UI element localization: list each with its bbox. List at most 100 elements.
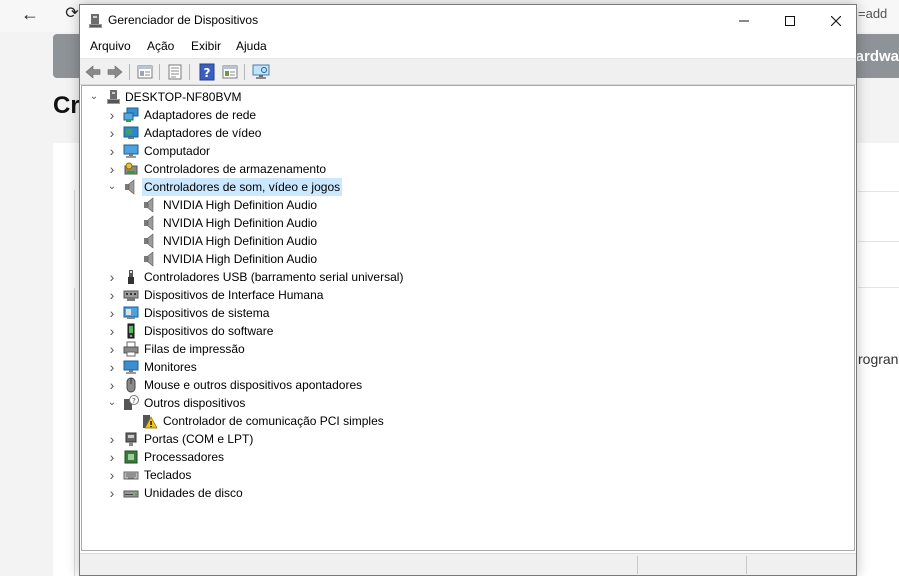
back-icon[interactable] xyxy=(84,63,102,81)
tree-category-label: Adaptadores de vídeo xyxy=(144,126,262,140)
tree-device-label: NVIDIA High Definition Audio xyxy=(163,216,318,230)
menu-ajuda[interactable]: Ajuda xyxy=(234,39,269,53)
page-divider xyxy=(858,287,899,288)
scan-hardware-icon[interactable] xyxy=(252,63,270,81)
tree-category[interactable]: ⌄? Outros dispositivos xyxy=(82,394,852,412)
expand-chevron-icon[interactable]: › xyxy=(106,268,118,286)
status-bar-divider xyxy=(637,556,638,574)
menu-acao[interactable]: Ação xyxy=(145,39,176,53)
tree-device-label: Controlador de comunicação PCI simples xyxy=(163,414,384,428)
close-button[interactable] xyxy=(813,5,859,36)
maximize-icon xyxy=(785,16,795,27)
tree-category-label: Dispositivos de Interface Humana xyxy=(144,288,324,302)
properties-icon[interactable] xyxy=(136,63,154,81)
tree-category[interactable]: ⌄ Controladores de som, vídeo e jogos xyxy=(82,178,852,196)
keyboard-icon xyxy=(123,471,139,480)
menu-exibir[interactable]: Exibir xyxy=(189,39,223,53)
expand-chevron-icon[interactable]: › xyxy=(106,160,118,178)
expand-chevron-icon[interactable]: › xyxy=(106,358,118,376)
expand-chevron-icon[interactable]: › xyxy=(106,448,118,466)
tree-category-label: Teclados xyxy=(144,468,192,482)
expand-chevron-icon[interactable]: › xyxy=(106,376,118,394)
tree-category-label: Filas de impressão xyxy=(144,342,245,356)
tree-category[interactable]: › Unidades de disco xyxy=(82,484,852,502)
expand-chevron-icon[interactable]: › xyxy=(106,286,118,304)
tree-category-label: Unidades de disco xyxy=(144,486,243,500)
forward-icon[interactable] xyxy=(106,63,124,81)
display-adapter-icon xyxy=(123,126,139,139)
expand-chevron-icon[interactable]: › xyxy=(106,340,118,358)
tree-root-label: DESKTOP-NF80BVM xyxy=(125,90,242,104)
expand-chevron-icon[interactable]: › xyxy=(106,322,118,340)
expand-chevron-icon[interactable]: › xyxy=(106,304,118,322)
expand-chevron-icon[interactable]: › xyxy=(106,124,118,142)
minimize-button[interactable] xyxy=(721,5,767,36)
tree-category[interactable]: › Dispositivos de Interface Humana xyxy=(82,286,852,304)
status-bar xyxy=(80,553,856,575)
menu-arquivo[interactable]: Arquivo xyxy=(88,39,133,53)
tree-root[interactable]: ⌄ DESKTOP-NF80BVM xyxy=(82,88,852,106)
svg-text:?: ? xyxy=(204,66,211,80)
status-bar-divider xyxy=(746,556,747,574)
tree-category[interactable]: › Mouse e outros dispositivos apontadores xyxy=(82,376,852,394)
device-tree[interactable]: ⌄ DESKTOP-NF80BVM › Adaptadores de rede › Ada… xyxy=(81,85,855,551)
processor-icon xyxy=(124,450,138,464)
tree-category[interactable]: › Adaptadores de vídeo xyxy=(82,124,852,142)
usb-icon xyxy=(128,270,134,284)
speaker-icon xyxy=(144,233,154,249)
page-banner-text: ardwa xyxy=(855,48,899,65)
tree-category[interactable]: › Portas (COM e LPT) xyxy=(82,430,852,448)
maximize-button[interactable] xyxy=(767,5,813,36)
collapse-chevron-icon[interactable]: ⌄ xyxy=(88,88,100,106)
tree-device[interactable]: NVIDIA High Definition Audio xyxy=(82,196,852,214)
port-icon xyxy=(125,432,137,446)
tree-category[interactable]: › Teclados xyxy=(82,466,852,484)
tree-category[interactable]: › Controladores de armazenamento xyxy=(82,160,852,178)
tree-device[interactable]: NVIDIA High Definition Audio xyxy=(82,250,852,268)
monitor-icon xyxy=(123,360,139,374)
update-driver-icon[interactable] xyxy=(166,63,184,81)
expand-chevron-icon[interactable]: › xyxy=(106,142,118,160)
tree-category-label: Adaptadores de rede xyxy=(144,108,257,122)
tree-category[interactable]: › Adaptadores de rede xyxy=(82,106,852,124)
browser-back-icon[interactable]: ← xyxy=(18,4,42,24)
software-device-icon xyxy=(127,323,135,339)
expand-chevron-icon[interactable]: › xyxy=(106,466,118,484)
minimize-icon xyxy=(739,20,749,22)
system-device-icon xyxy=(123,306,139,319)
tree-device[interactable]: NVIDIA High Definition Audio xyxy=(82,214,852,232)
title-bar[interactable]: Gerenciador de Dispositivos xyxy=(80,5,856,36)
speaker-icon xyxy=(144,215,154,231)
window-title: Gerenciador de Dispositivos xyxy=(108,13,259,27)
tree-device-label: NVIDIA High Definition Audio xyxy=(163,252,318,266)
tree-category[interactable]: › Filas de impressão xyxy=(82,340,852,358)
tree-device[interactable]: NVIDIA High Definition Audio xyxy=(82,232,852,250)
view-icon[interactable] xyxy=(221,63,239,81)
collapse-chevron-icon[interactable]: ⌄ xyxy=(106,178,118,196)
network-adapter-icon xyxy=(123,107,139,122)
close-icon xyxy=(830,15,842,27)
browser-url-fragment[interactable]: =add xyxy=(858,6,887,21)
device-manager-window: Gerenciador de Dispositivos Arquivo Ação… xyxy=(79,4,857,576)
tree-category[interactable]: › Processadores xyxy=(82,448,852,466)
page-side-text: rogran xyxy=(858,351,899,367)
speaker-icon xyxy=(144,251,154,267)
tree-category[interactable]: › Controladores USB (barramento serial un… xyxy=(82,268,852,286)
tree-category[interactable]: › Dispositivos do software xyxy=(82,322,852,340)
tree-device[interactable]: Controlador de comunicação PCI simples xyxy=(82,412,852,430)
expand-chevron-icon[interactable]: › xyxy=(106,484,118,502)
tree-category-label: Controladores de som, vídeo e jogos xyxy=(142,178,343,196)
computer-icon xyxy=(123,144,139,158)
tree-category[interactable]: › Monitores xyxy=(82,358,852,376)
tree-category-label: Controladores de armazenamento xyxy=(144,162,327,176)
tree-category-label: Mouse e outros dispositivos apontadores xyxy=(144,378,363,392)
help-icon[interactable]: ? xyxy=(198,63,216,81)
collapse-chevron-icon[interactable]: ⌄ xyxy=(106,394,118,412)
tree-category[interactable]: › Computador xyxy=(82,142,852,160)
disk-drive-icon xyxy=(123,490,139,498)
expand-chevron-icon[interactable]: › xyxy=(106,106,118,124)
toolbar-separator xyxy=(189,64,190,80)
expand-chevron-icon[interactable]: › xyxy=(106,430,118,448)
page-title-fragment: Cr xyxy=(53,92,80,119)
tree-category[interactable]: › Dispositivos de sistema xyxy=(82,304,852,322)
